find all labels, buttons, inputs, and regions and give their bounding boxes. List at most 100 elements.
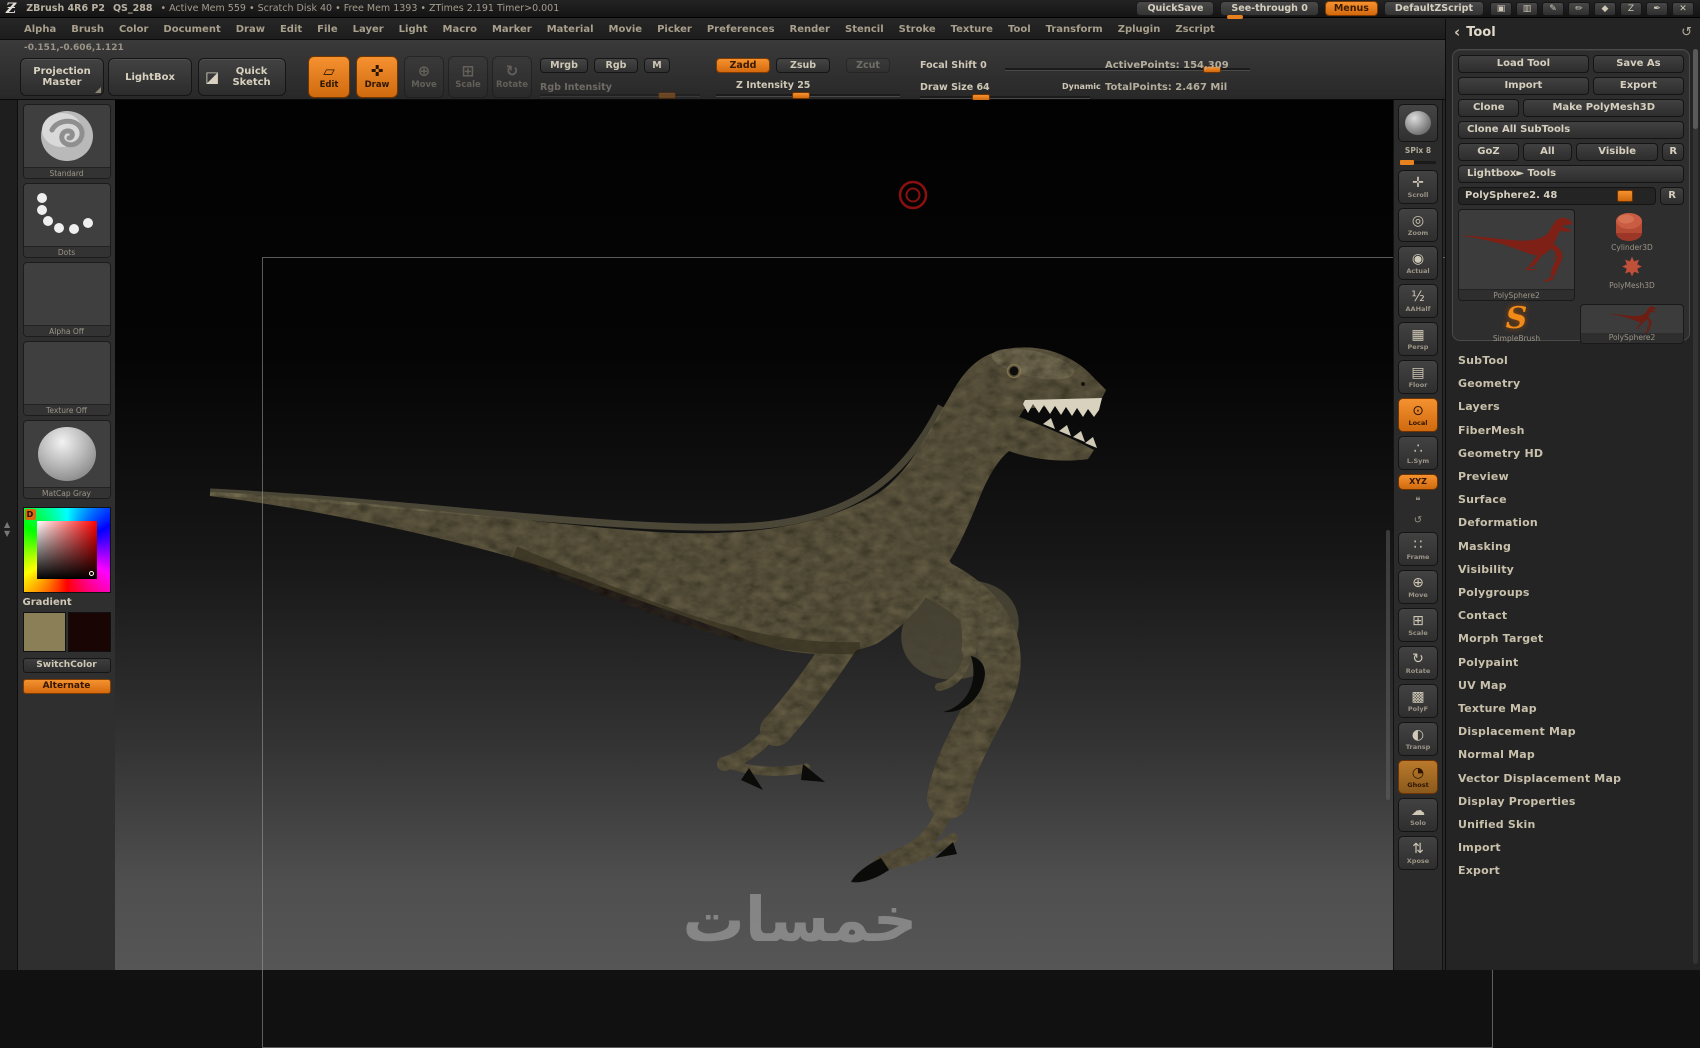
m-button[interactable]: M — [644, 58, 670, 73]
restore-palette-icon[interactable]: ↺ — [1681, 25, 1692, 40]
customize-alt-icon[interactable]: ✏ — [1568, 1, 1590, 16]
lightbox-tools-button[interactable]: Lightbox► Tools — [1458, 165, 1684, 183]
load-tool-button[interactable]: Load Tool — [1458, 55, 1589, 73]
menu-item-macro[interactable]: Macro — [443, 24, 477, 35]
material-selector[interactable]: MatCap Gray — [22, 420, 111, 499]
lightbox-button[interactable]: LightBox — [108, 58, 192, 96]
document-canvas[interactable] — [115, 100, 1493, 1048]
menu-item-alpha[interactable]: Alpha — [24, 24, 56, 35]
brush-selector[interactable]: Standard — [22, 104, 111, 179]
move-view-button[interactable]: ⊕ Move — [1398, 570, 1438, 604]
close-icon[interactable]: ✕ — [1672, 1, 1694, 16]
zcut-button[interactable]: Zcut — [846, 58, 890, 73]
tool-section-subtool[interactable]: SubTool — [1458, 349, 1678, 372]
goz-button[interactable]: GoZ — [1458, 143, 1519, 161]
color-picker[interactable]: D — [22, 507, 111, 593]
alternate-button[interactable]: Alternate — [22, 679, 111, 694]
tray-divider-arrows-icon[interactable]: ▲ ▼ — [4, 520, 10, 538]
main-color-swatch[interactable] — [22, 612, 66, 652]
panel-scrollbar-thumb[interactable] — [1693, 49, 1698, 129]
tool-section-displacement-map[interactable]: Displacement Map — [1458, 720, 1678, 743]
ghost-button[interactable]: ◔ Ghost — [1398, 760, 1438, 794]
tool-section-deformation[interactable]: Deformation — [1458, 511, 1678, 534]
rgb-intensity-slider[interactable] — [540, 92, 700, 99]
menu-item-document[interactable]: Document — [163, 24, 220, 35]
tool-section-masking[interactable]: Masking — [1458, 535, 1678, 558]
pen-icon[interactable]: ✒ — [1646, 1, 1668, 16]
menu-item-material[interactable]: Material — [547, 24, 594, 35]
texture-selector[interactable]: Texture Off — [22, 341, 111, 416]
scale-view-button[interactable]: ⊞ Scale — [1398, 608, 1438, 642]
menu-item-transform[interactable]: Transform — [1046, 24, 1103, 35]
raptor-model[interactable] — [210, 343, 1106, 865]
tool-section-fibermesh[interactable]: FiberMesh — [1458, 419, 1678, 442]
alt-color-swatch[interactable] — [67, 612, 111, 652]
xpose-button[interactable]: ⇅ Xpose — [1398, 836, 1438, 870]
tool-section-normal-map[interactable]: Normal Map — [1458, 743, 1678, 766]
customize-icon[interactable]: ✎ — [1542, 1, 1564, 16]
menu-item-draw[interactable]: Draw — [236, 24, 265, 35]
divider-icon[interactable]: ▣ — [1490, 1, 1512, 16]
mrgb-button[interactable]: Mrgb — [540, 58, 588, 73]
quicksave-button[interactable]: QuickSave — [1136, 1, 1215, 16]
stroke-selector[interactable]: Dots — [22, 183, 111, 258]
tool-section-layers[interactable]: Layers — [1458, 395, 1678, 418]
switch-color-button[interactable]: SwitchColor — [22, 658, 111, 673]
quick-sketch-button[interactable]: ◪ Quick Sketch — [198, 58, 286, 96]
draw-size-slider[interactable] — [920, 94, 1090, 101]
projection-master-button[interactable]: Projection Master — [20, 58, 104, 96]
transp-button[interactable]: ◐ Transp — [1398, 722, 1438, 756]
tool-section-export[interactable]: Export — [1458, 859, 1678, 882]
tool-section-display-properties[interactable]: Display Properties — [1458, 790, 1678, 813]
menu-item-picker[interactable]: Picker — [657, 24, 692, 35]
menu-item-movie[interactable]: Movie — [609, 24, 643, 35]
comment-icon-button[interactable]: ❝ — [1404, 494, 1432, 509]
gradient-label[interactable]: Gradient — [23, 597, 111, 608]
rotate-view-button[interactable]: ↻ Rotate — [1398, 646, 1438, 680]
dynamic-label[interactable]: Dynamic — [1062, 82, 1101, 91]
default-zscript-button[interactable]: DefaultZScript — [1383, 1, 1484, 16]
zoom-button[interactable]: ◎ Zoom — [1398, 208, 1438, 242]
tool-r-button[interactable]: R — [1660, 187, 1684, 205]
scroll-button[interactable]: ✛ Scroll — [1398, 170, 1438, 204]
history-icon-button[interactable]: ↺ — [1404, 513, 1432, 528]
tool-section-vector-displacement-map[interactable]: Vector Displacement Map — [1458, 767, 1678, 790]
xyz-button[interactable]: XYZ — [1398, 474, 1438, 490]
collapse-panel-icon[interactable]: ‹ — [1454, 23, 1460, 41]
simplebrush-cell[interactable]: S SimpleBrush — [1458, 304, 1575, 344]
tool-section-surface[interactable]: Surface — [1458, 488, 1678, 511]
panel-scrollbar[interactable] — [1693, 49, 1698, 964]
move-button[interactable]: ⊕ Move — [404, 56, 444, 98]
tool-section-uv-map[interactable]: UV Map — [1458, 674, 1678, 697]
polysphere2-thumbnail[interactable]: PolySphere2 — [1579, 304, 1684, 344]
active-tool-thumbnail[interactable]: PolySphere2 — [1458, 209, 1575, 301]
tool-section-import[interactable]: Import — [1458, 836, 1678, 859]
menu-item-zscript[interactable]: Zscript — [1175, 24, 1214, 35]
rgb-intensity-handle[interactable] — [658, 92, 676, 99]
bpr-render-button[interactable] — [1398, 104, 1438, 142]
spix-handle[interactable] — [1400, 160, 1414, 165]
aahalf-button[interactable]: ½ AAHalf — [1398, 284, 1438, 318]
polyf-button[interactable]: ▩ PolyF — [1398, 684, 1438, 718]
save-as-button[interactable]: Save As — [1592, 55, 1684, 73]
rotate-button[interactable]: ↻ Rotate — [492, 56, 532, 98]
tool-section-morph-target[interactable]: Morph Target — [1458, 627, 1678, 650]
saturation-value-square[interactable] — [36, 521, 97, 579]
menu-item-stencil[interactable]: Stencil — [845, 24, 884, 35]
rgb-button[interactable]: Rgb — [594, 58, 638, 73]
export-tool-button[interactable]: Export — [1592, 77, 1684, 95]
menu-item-file[interactable]: File — [317, 24, 337, 35]
tool-section-preview[interactable]: Preview — [1458, 465, 1678, 488]
local-button[interactable]: ⊙ Local — [1398, 398, 1438, 432]
solo-button[interactable]: ☁ Solo — [1398, 798, 1438, 832]
tool-section-unified-skin[interactable]: Unified Skin — [1458, 813, 1678, 836]
alpha-selector[interactable]: Alpha Off — [22, 262, 111, 337]
menu-item-tool[interactable]: Tool — [1008, 24, 1031, 35]
zsub-button[interactable]: Zsub — [776, 58, 830, 73]
zadd-button[interactable]: Zadd — [716, 58, 770, 73]
menu-item-layer[interactable]: Layer — [353, 24, 384, 35]
z-intensity-slider[interactable] — [716, 92, 900, 99]
menu-item-light[interactable]: Light — [399, 24, 428, 35]
tool-name-slider-handle[interactable] — [1617, 190, 1634, 202]
goz-r-button[interactable]: R — [1662, 143, 1684, 161]
